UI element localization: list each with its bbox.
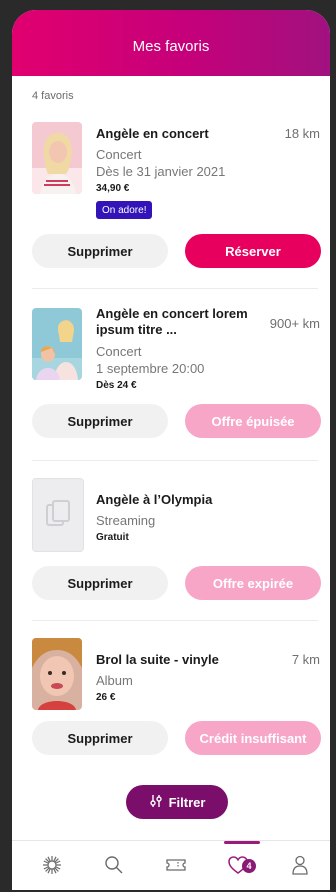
item-type: Streaming xyxy=(96,513,156,528)
book-button[interactable]: Réserver xyxy=(185,234,321,268)
divider xyxy=(32,620,318,621)
sliders-icon xyxy=(149,794,163,811)
search-icon xyxy=(103,854,125,881)
highlight-badge: On adore! xyxy=(96,201,153,219)
remove-button[interactable]: Supprimer xyxy=(32,721,168,755)
profile-icon xyxy=(289,854,311,881)
sold-out-button[interactable]: Offre épuisée xyxy=(185,404,321,438)
insufficient-credit-button[interactable]: Crédit insuffisant xyxy=(185,721,321,755)
filter-label: Filtrer xyxy=(168,794,206,810)
page-title: Mes favoris xyxy=(132,37,210,55)
item-title[interactable]: Brol la suite - vinyle xyxy=(96,652,256,668)
ticket-icon xyxy=(165,854,187,881)
divider xyxy=(32,460,318,461)
remove-button[interactable]: Supprimer xyxy=(32,566,168,600)
item-distance: 18 km xyxy=(284,126,320,141)
app-screen: Mes favoris 4 favoris Angèle en concert … xyxy=(12,10,330,890)
item-price: 34,90 € xyxy=(96,183,130,194)
item-price: Gratuit xyxy=(96,532,129,543)
active-tab-indicator xyxy=(224,841,260,844)
item-date: Dès le 31 janvier 2021 xyxy=(96,164,226,179)
item-price: Dès 24 € xyxy=(96,380,137,391)
item-distance: 900+ km xyxy=(269,316,320,331)
item-thumbnail[interactable] xyxy=(32,478,84,552)
remove-button[interactable]: Supprimer xyxy=(32,404,168,438)
item-date: 1 septembre 20:00 xyxy=(96,361,205,376)
item-title[interactable]: Angèle en concert xyxy=(96,126,256,142)
item-title[interactable]: Angèle en concert lorem ipsum titre ... xyxy=(96,306,256,338)
expired-offer-button[interactable]: Offre expirée xyxy=(185,566,321,600)
remove-button[interactable]: Supprimer xyxy=(32,234,168,268)
item-title[interactable]: Angèle à l’Olympia xyxy=(96,492,256,508)
item-thumbnail[interactable] xyxy=(32,308,82,380)
item-type: Concert xyxy=(96,344,142,359)
divider xyxy=(32,288,318,289)
item-thumbnail[interactable] xyxy=(32,122,82,194)
tab-home[interactable] xyxy=(36,851,68,883)
bottom-tab-bar: 4 xyxy=(12,840,330,890)
item-price: 26 € xyxy=(96,692,116,703)
favorites-count: 4 favoris xyxy=(32,90,74,102)
home-logo-icon xyxy=(41,854,63,881)
favorites-count-badge: 4 xyxy=(242,859,256,873)
header: Mes favoris xyxy=(12,10,330,76)
item-type: Album xyxy=(96,673,133,688)
tab-bookings[interactable] xyxy=(160,851,192,883)
item-type: Concert xyxy=(96,147,142,162)
tab-profile[interactable] xyxy=(284,851,316,883)
filter-button[interactable]: Filtrer xyxy=(126,785,228,819)
tab-search[interactable] xyxy=(98,851,130,883)
item-thumbnail[interactable] xyxy=(32,638,82,710)
item-distance: 7 km xyxy=(291,652,320,667)
